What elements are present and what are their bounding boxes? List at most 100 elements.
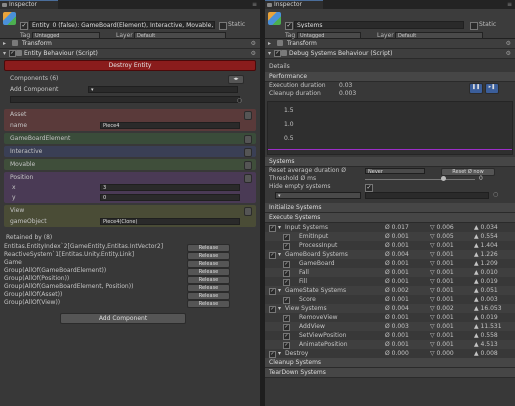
component-settings-icon[interactable]: ⚙ bbox=[251, 39, 256, 48]
add-component-dropdown[interactable]: ▾ bbox=[88, 86, 238, 93]
system-enabled-checkbox[interactable]: ✓ bbox=[283, 342, 290, 349]
execute-systems-header: Execute Systems bbox=[265, 213, 515, 223]
position-x-field[interactable]: 3 bbox=[100, 184, 240, 191]
list-item: ReactiveSystem`1[Entitas.Unity.Entity.Li… bbox=[0, 251, 260, 260]
system-max-duration: ▲ 1.209 bbox=[474, 260, 498, 267]
system-enabled-checkbox[interactable]: ✓ bbox=[269, 351, 276, 358]
system-max-duration: ▲ 11.531 bbox=[474, 323, 502, 330]
active-checkbox[interactable]: ✓ bbox=[20, 22, 28, 30]
view-gameobject-field[interactable]: Piece4(Clone) bbox=[100, 218, 240, 225]
initialize-systems-header: Initialize Systems bbox=[265, 203, 515, 213]
expand-arrow-icon[interactable]: ▾ bbox=[278, 349, 281, 358]
system-min-duration: ▽ 0.001 bbox=[430, 314, 454, 321]
asset-name-field[interactable]: Piece4 bbox=[100, 122, 240, 129]
tab-inspector[interactable]: Inspector bbox=[0, 0, 58, 9]
system-enabled-checkbox[interactable]: ✓ bbox=[283, 333, 290, 340]
system-enabled-checkbox[interactable]: ✓ bbox=[269, 252, 276, 259]
collapse-arrow-icon[interactable]: ▸ bbox=[3, 39, 6, 48]
layer-dropdown[interactable]: Default bbox=[134, 32, 226, 39]
system-avg-duration: Ø 0.003 bbox=[385, 323, 409, 330]
collapse-arrow-icon[interactable]: ▸ bbox=[268, 39, 271, 48]
gameobject-name-field[interactable]: Systems bbox=[294, 21, 464, 29]
component-settings-icon[interactable]: ⚙ bbox=[251, 49, 256, 58]
system-name: AnimatePosition bbox=[299, 341, 348, 348]
system-enabled-checkbox[interactable]: ✓ bbox=[283, 261, 290, 268]
system-enabled-checkbox[interactable]: ✓ bbox=[283, 234, 290, 241]
transform-component[interactable]: ▸ Transform ⚙ bbox=[0, 39, 260, 49]
system-avg-duration: Ø 0.001 bbox=[385, 260, 409, 267]
system-enabled-checkbox[interactable]: ✓ bbox=[283, 315, 290, 322]
layer-dropdown[interactable]: Default bbox=[395, 32, 483, 39]
components-fold-button[interactable]: ◂▸ bbox=[228, 75, 244, 84]
system-enabled-checkbox[interactable]: ✓ bbox=[283, 270, 290, 277]
system-avg-duration: Ø 0.001 bbox=[385, 278, 409, 285]
tag-dropdown[interactable]: Untagged bbox=[32, 32, 100, 39]
static-checkbox[interactable] bbox=[219, 22, 227, 30]
system-search-input[interactable] bbox=[365, 192, 489, 199]
component-search-input[interactable] bbox=[10, 96, 240, 103]
debug-systems-component[interactable]: ▾ ✓ Debug Systems Behaviour (Script) ⚙ bbox=[265, 49, 515, 59]
hide-empty-row: Hide empty systems ✓ bbox=[269, 183, 373, 192]
search-clear-icon[interactable]: ○ bbox=[493, 191, 498, 199]
expand-arrow-icon[interactable]: ▾ bbox=[278, 250, 281, 259]
reset-average-row: Reset average duration Ø Never Reset Ø n… bbox=[265, 167, 515, 176]
expand-arrow-icon[interactable]: ▾ bbox=[268, 49, 271, 58]
expand-arrow-icon[interactable]: ▾ bbox=[278, 304, 281, 313]
expand-arrow-icon[interactable]: ▾ bbox=[3, 49, 6, 58]
active-checkbox[interactable]: ✓ bbox=[285, 22, 293, 30]
system-name: GameState Systems bbox=[285, 287, 347, 294]
system-avg-duration: Ø 0.001 bbox=[385, 314, 409, 321]
static-checkbox[interactable] bbox=[470, 22, 478, 30]
system-min-duration: ▽ 0.001 bbox=[430, 269, 454, 276]
system-row: ✓ ProcessInput Ø 0.001 ▽ 0.001 ▲ 1.404 bbox=[265, 241, 515, 250]
tab-menu-icon[interactable]: ≡ bbox=[507, 1, 512, 8]
expand-arrow-icon[interactable]: ▾ bbox=[278, 223, 281, 232]
system-max-duration: ▲ 0.008 bbox=[474, 350, 498, 357]
destroy-entity-button[interactable]: Destroy Entity bbox=[4, 60, 256, 71]
expand-arrow-icon[interactable]: ▾ bbox=[278, 286, 281, 295]
component-settings-icon[interactable]: ⚙ bbox=[506, 39, 511, 48]
entity-behaviour-component[interactable]: ▾ ✓ Entity Behaviour (Script) ⚙ bbox=[0, 49, 260, 59]
remove-position-button[interactable] bbox=[244, 174, 252, 183]
list-item: Group(AllOf(View)) Release bbox=[0, 299, 260, 308]
remove-view-button[interactable] bbox=[244, 207, 252, 216]
release-button[interactable]: Release bbox=[187, 300, 230, 308]
tag-dropdown[interactable]: Untagged bbox=[297, 32, 361, 39]
remove-movable-button[interactable] bbox=[244, 161, 252, 170]
reset-average-dropdown[interactable]: Never bbox=[365, 168, 425, 174]
system-avg-duration: Ø 0.004 bbox=[385, 305, 409, 312]
system-enabled-checkbox[interactable]: ✓ bbox=[283, 297, 290, 304]
system-enabled-checkbox[interactable]: ✓ bbox=[269, 225, 276, 232]
performance-header: Performance bbox=[265, 72, 515, 82]
system-name: GameBoard bbox=[299, 260, 335, 267]
system-avg-duration: Ø 0.002 bbox=[385, 287, 409, 294]
component-enabled-checkbox[interactable]: ✓ bbox=[274, 50, 281, 57]
threshold-slider-handle[interactable] bbox=[441, 176, 446, 181]
gameobject-name-field[interactable]: Entity_0 (false): GameBoard(Element), In… bbox=[29, 21, 215, 29]
position-y-field[interactable]: 0 bbox=[100, 194, 240, 201]
search-clear-icon[interactable]: ○ bbox=[237, 95, 242, 106]
list-item: Group(AllOf(GameBoardElement)) Release bbox=[0, 267, 260, 276]
system-name: EmitInput bbox=[299, 233, 329, 240]
system-sort-dropdown[interactable]: ▾ bbox=[275, 192, 361, 199]
tab-inspector[interactable]: Inspector bbox=[265, 0, 323, 9]
tab-menu-icon[interactable]: ≡ bbox=[252, 1, 257, 8]
list-item: Entitas.EntityIndex`2[GameEntity,Entitas… bbox=[0, 243, 260, 252]
system-enabled-checkbox[interactable]: ✓ bbox=[283, 324, 290, 331]
system-name: RemoveView bbox=[299, 314, 338, 321]
retained-by-header: Retained by (8) bbox=[6, 234, 53, 241]
system-enabled-checkbox[interactable]: ✓ bbox=[269, 288, 276, 295]
system-name: Fill bbox=[299, 278, 308, 285]
component-settings-icon[interactable]: ⚙ bbox=[506, 49, 511, 58]
transform-component[interactable]: ▸ Transform ⚙ bbox=[265, 39, 515, 49]
system-enabled-checkbox[interactable]: ✓ bbox=[283, 279, 290, 286]
add-component-button[interactable]: Add Component bbox=[60, 313, 186, 324]
component-enabled-checkbox[interactable]: ✓ bbox=[9, 50, 16, 57]
systems-inspector-panel: Inspector ≡ ✓ Systems Static Tag Untagge… bbox=[265, 0, 515, 406]
remove-asset-button[interactable] bbox=[244, 111, 252, 120]
remove-gameboard-button[interactable] bbox=[244, 135, 252, 144]
system-enabled-checkbox[interactable]: ✓ bbox=[269, 306, 276, 313]
threshold-slider[interactable] bbox=[365, 179, 475, 180]
system-enabled-checkbox[interactable]: ✓ bbox=[283, 243, 290, 250]
remove-interactive-button[interactable] bbox=[244, 148, 252, 157]
